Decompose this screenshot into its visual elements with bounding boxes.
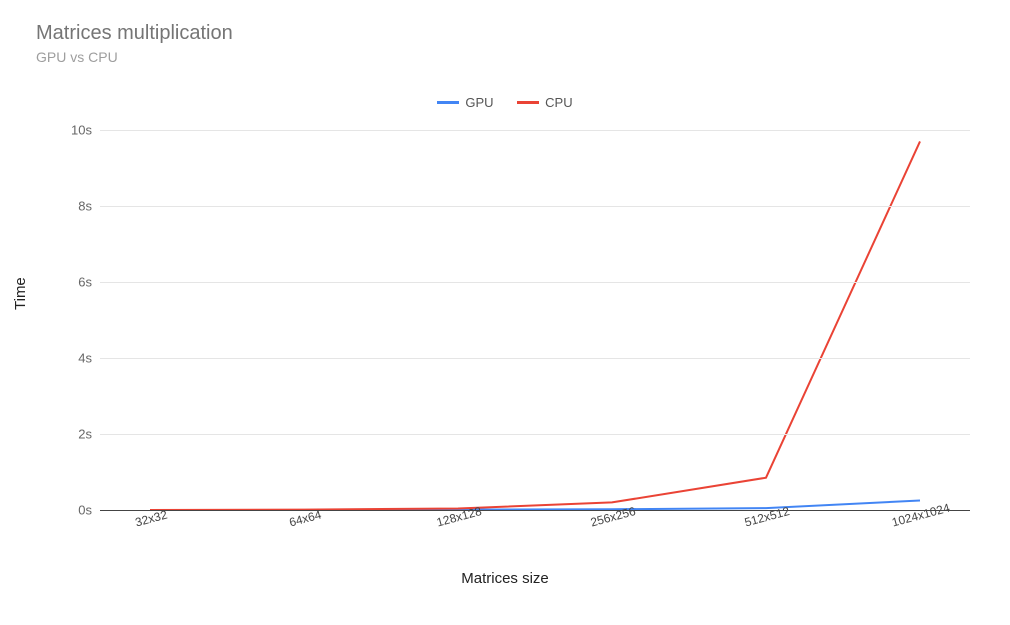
legend-label-cpu: CPU [545, 95, 572, 110]
x-axis-line [100, 510, 970, 511]
y-tick-label: 10s [71, 123, 92, 138]
grid-line [100, 206, 970, 207]
chart-subtitle: GPU vs CPU [36, 49, 233, 65]
legend: GPU CPU [0, 92, 1010, 110]
x-axis-label: Matrices size [20, 570, 990, 587]
y-tick-label: 0s [78, 503, 92, 518]
legend-label-gpu: GPU [465, 95, 493, 110]
y-tick-label: 6s [78, 275, 92, 290]
grid-line [100, 282, 970, 283]
legend-swatch-gpu [437, 101, 459, 104]
grid-line [100, 130, 970, 131]
y-tick-label: 8s [78, 199, 92, 214]
plot-area: 0s2s4s6s8s10s32x3264x64128x128256x256512… [100, 130, 970, 510]
grid-line [100, 358, 970, 359]
chart-title: Matrices multiplication [36, 22, 233, 45]
grid-line [100, 434, 970, 435]
series-line-cpu [150, 141, 920, 510]
legend-item-gpu: GPU [437, 95, 493, 110]
legend-swatch-cpu [517, 101, 539, 104]
y-axis-label: Time [12, 277, 29, 310]
chart-lines [100, 130, 970, 510]
legend-item-cpu: CPU [517, 95, 572, 110]
y-tick-label: 4s [78, 351, 92, 366]
y-tick-label: 2s [78, 427, 92, 442]
